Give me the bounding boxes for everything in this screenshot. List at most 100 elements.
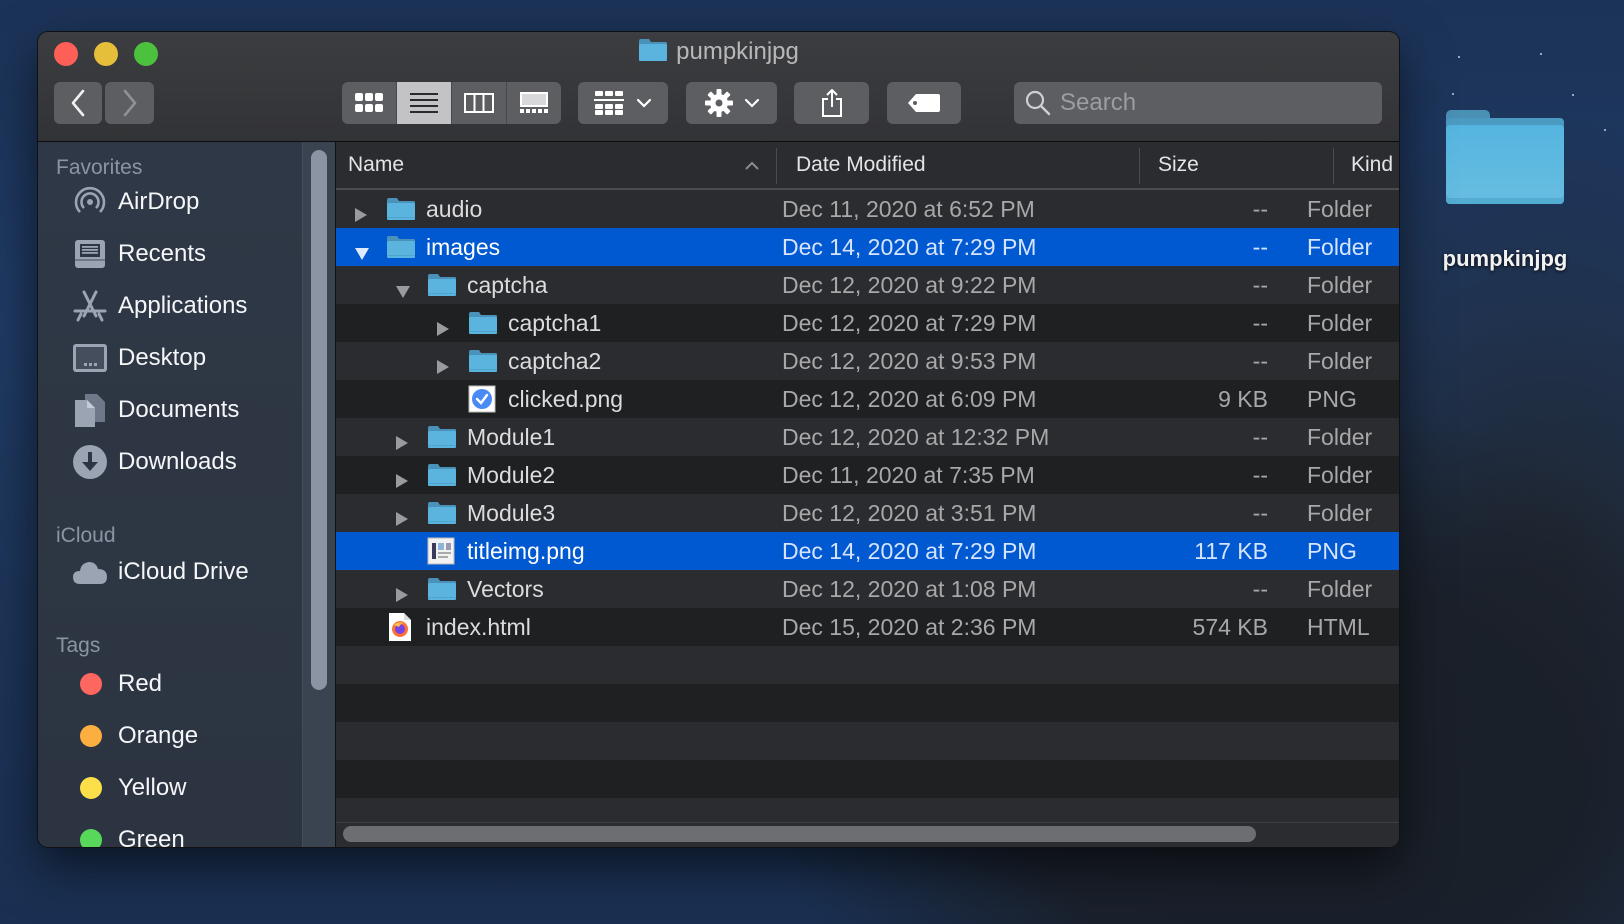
star	[1572, 94, 1574, 96]
cloud-icon	[72, 554, 108, 590]
file-kind: Folder	[1307, 423, 1373, 450]
sidebar-item-documents[interactable]: Documents	[72, 390, 239, 430]
file-date-modified: Dec 12, 2020 at 9:22 PM	[782, 271, 1037, 298]
sidebar-item-airdrop[interactable]: AirDrop	[72, 182, 199, 222]
column-kind[interactable]: Kind	[1351, 142, 1393, 188]
folder-icon	[427, 273, 457, 303]
disclosure-collapsed-icon[interactable]	[354, 202, 368, 222]
disclosure-expanded-icon[interactable]	[354, 240, 369, 260]
action-button[interactable]	[686, 82, 777, 124]
sidebar-item-label: Applications	[118, 292, 248, 319]
column-divider[interactable]	[776, 148, 777, 184]
group-by-button[interactable]	[578, 82, 668, 124]
disclosure-collapsed-icon[interactable]	[395, 430, 409, 450]
tag-green-icon	[80, 829, 102, 847]
chevron-left-icon	[71, 89, 85, 117]
file-name: clicked.png	[508, 385, 624, 412]
disclosure-collapsed-icon[interactable]	[436, 316, 450, 336]
list-view-button[interactable]	[397, 82, 452, 124]
tag-button[interactable]	[887, 82, 961, 124]
search-field[interactable]	[1014, 82, 1382, 124]
airdrop-icon	[72, 184, 108, 220]
sidebar-tag-red[interactable]: Red	[72, 664, 162, 704]
file-size: 574 KB	[1192, 613, 1268, 640]
column-name[interactable]: Name	[348, 142, 404, 188]
file-row[interactable]: Module1 Dec 12, 2020 at 12:32 PM -- Folder	[336, 418, 1399, 456]
sidebar-scrollbar[interactable]	[302, 142, 335, 847]
sidebar-item-applications[interactable]: Applications	[72, 286, 247, 326]
folder-icon	[1446, 110, 1564, 204]
sidebar-item-recents[interactable]: Recents	[72, 234, 206, 274]
column-size[interactable]: Size	[1158, 142, 1199, 188]
sidebar-item-label: Recents	[118, 240, 207, 267]
disclosure-collapsed-icon[interactable]	[436, 354, 450, 374]
disclosure-collapsed-icon[interactable]	[395, 468, 409, 488]
sidebar-tag-green[interactable]: Green	[72, 820, 185, 847]
star	[1458, 56, 1460, 58]
downloads-icon	[72, 444, 108, 480]
back-button[interactable]	[54, 82, 102, 124]
column-date-modified[interactable]: Date Modified	[796, 142, 926, 188]
sidebar-item-label: iCloud Drive	[118, 558, 249, 585]
documents-icon	[72, 392, 108, 428]
empty-row	[336, 760, 1399, 798]
file-kind: Folder	[1307, 575, 1373, 602]
file-row[interactable]: Module3 Dec 12, 2020 at 3:51 PM -- Folder	[336, 494, 1399, 532]
disclosure-collapsed-icon[interactable]	[395, 506, 409, 526]
disclosure-expanded-icon[interactable]	[395, 278, 410, 298]
folder-icon	[427, 577, 457, 607]
column-divider[interactable]	[1333, 148, 1334, 184]
empty-row	[336, 722, 1399, 760]
file-size: 117 KB	[1194, 537, 1268, 564]
sidebar-tag-orange[interactable]: Orange	[72, 716, 198, 756]
chevron-right-icon	[123, 89, 136, 117]
icon-view-button[interactable]	[342, 82, 397, 124]
sidebar-scroll-thumb[interactable]	[311, 150, 327, 690]
share-button[interactable]	[794, 82, 869, 124]
file-name: captcha	[467, 271, 548, 298]
group-by-icon	[594, 91, 624, 115]
column-size-label: Size	[1158, 153, 1199, 176]
folder-icon	[638, 38, 668, 69]
file-row[interactable]: captcha1 Dec 12, 2020 at 7:29 PM -- Folder	[336, 304, 1399, 342]
share-icon	[821, 89, 842, 117]
file-row[interactable]: Vectors Dec 12, 2020 at 1:08 PM -- Folder	[336, 570, 1399, 608]
file-name: Module1	[467, 423, 556, 450]
sidebar-item-label: Green	[118, 826, 185, 847]
sidebar-item-label: Desktop	[118, 344, 207, 371]
disclosure-collapsed-icon[interactable]	[395, 582, 409, 602]
sidebar-item-label: Downloads	[118, 448, 237, 475]
forward-button[interactable]	[105, 82, 154, 124]
sidebar-item-downloads[interactable]: Downloads	[72, 442, 237, 482]
file-row[interactable]: index.html Dec 15, 2020 at 2:36 PM 574 KB H…	[336, 608, 1399, 646]
desktop-folder-label: pumpkinjpg	[1442, 246, 1568, 271]
file-row[interactable]: images Dec 14, 2020 at 7:29 PM -- Folder	[336, 228, 1399, 266]
file-row[interactable]: titleimg.png Dec 14, 2020 at 7:29 PM 117 K…	[336, 532, 1399, 570]
column-view-button[interactable]	[452, 82, 507, 124]
file-date-modified: Dec 12, 2020 at 7:29 PM	[782, 309, 1037, 336]
file-row[interactable]: captcha Dec 12, 2020 at 9:22 PM -- Folder	[336, 266, 1399, 304]
file-row[interactable]: Module2 Dec 11, 2020 at 7:35 PM -- Folder	[336, 456, 1399, 494]
sidebar-item-label: Red	[118, 670, 163, 697]
column-divider[interactable]	[1139, 148, 1140, 184]
chevron-down-icon	[744, 98, 759, 108]
gallery-view-button[interactable]	[507, 82, 561, 124]
file-row[interactable]: audio Dec 11, 2020 at 6:52 PM -- Folder	[336, 190, 1399, 228]
file-row[interactable]: clicked.png Dec 12, 2020 at 6:09 PM 9 KB PN…	[336, 380, 1399, 418]
file-size: --	[1252, 233, 1268, 260]
list-icon	[410, 93, 438, 113]
sidebar-item-label: Documents	[118, 396, 240, 423]
sidebar-item-icloud-drive[interactable]: iCloud Drive	[72, 552, 249, 592]
horizontal-scrollbar[interactable]	[336, 822, 1399, 847]
desktop-folder[interactable]: pumpkinjpg	[1430, 110, 1580, 272]
sidebar-tag-yellow[interactable]: Yellow	[72, 768, 187, 808]
column-name-label: Name	[348, 153, 405, 176]
file-row[interactable]: captcha2 Dec 12, 2020 at 9:53 PM -- Folder	[336, 342, 1399, 380]
search-input[interactable]	[1058, 88, 1382, 118]
file-date-modified: Dec 12, 2020 at 1:08 PM	[782, 575, 1037, 602]
sidebar-item-desktop[interactable]: Desktop	[72, 338, 206, 378]
horizontal-scroll-thumb[interactable]	[343, 826, 1256, 842]
column-date-label: Date Modified	[796, 153, 926, 176]
sidebar-item-label: Yellow	[118, 774, 187, 801]
file-kind: Folder	[1307, 347, 1373, 374]
